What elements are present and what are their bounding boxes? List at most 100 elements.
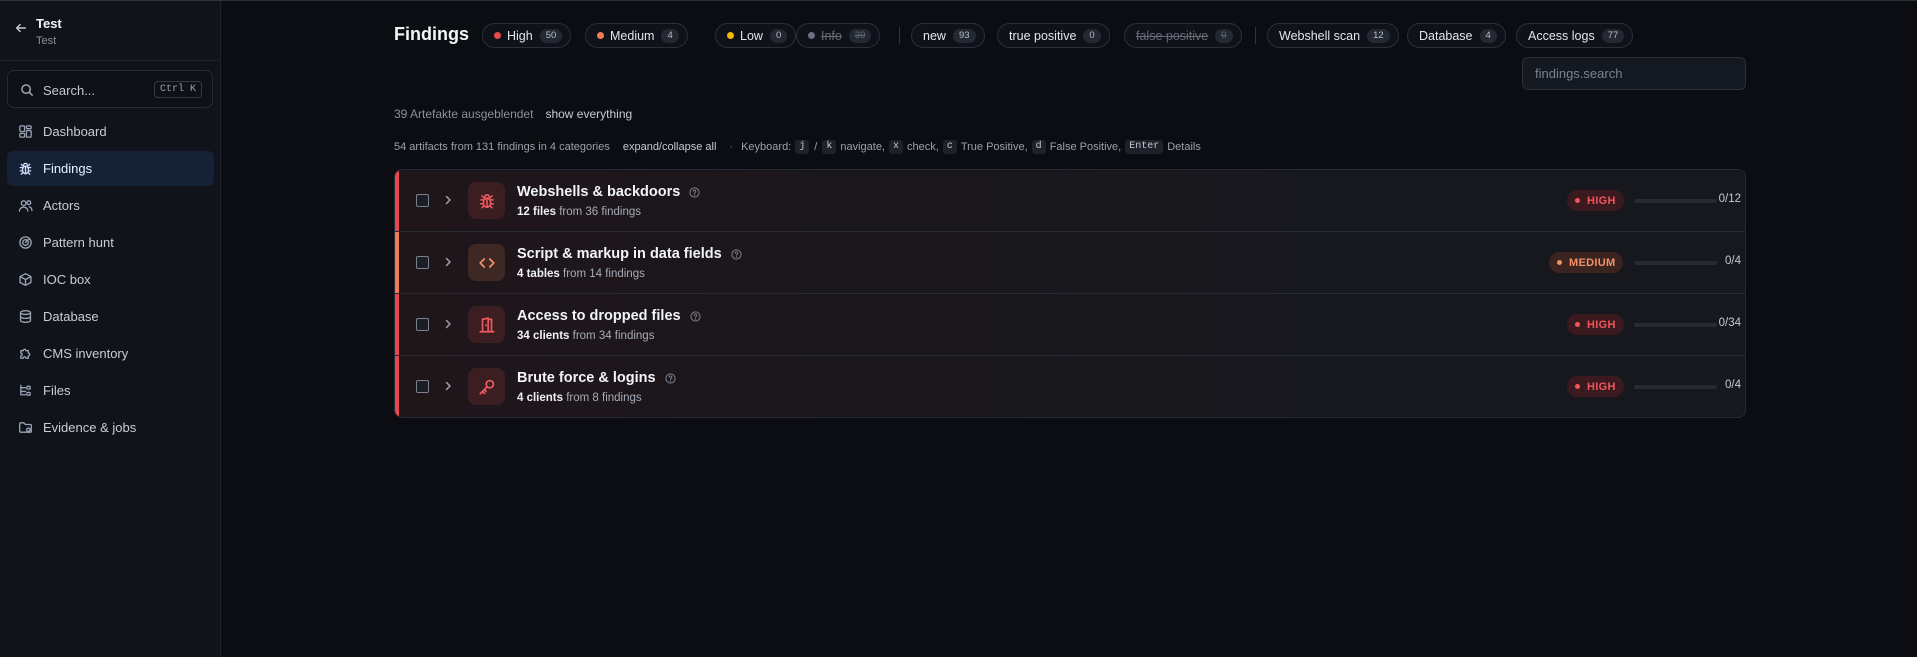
review-progress-bar [1634, 323, 1717, 327]
sidebar-item-label: Database [43, 309, 99, 324]
window-top-border [0, 0, 1917, 1]
chevron-right-icon[interactable] [442, 194, 454, 206]
filter-pill-medium[interactable]: Medium 4 [585, 23, 688, 48]
summary-separator: · [729, 141, 734, 153]
filter-pill-access-logs[interactable]: Access logs 77 [1516, 23, 1634, 48]
filter-divider [899, 27, 900, 44]
severity-label: HIGH [1587, 380, 1616, 393]
sidebar-item-files[interactable]: Files [7, 373, 214, 408]
kbd-false-positive-text: False Positive, [1049, 141, 1122, 153]
filter-label: High [507, 28, 533, 43]
show-all-link[interactable]: show everything [545, 107, 632, 121]
hidden-artifacts-notice: 39 Artefakte ausgeblendet show everythin… [394, 107, 632, 121]
category-icon-box [468, 182, 505, 219]
sidebar-item-pattern-hunt[interactable]: Pattern hunt [7, 225, 214, 260]
kbd-j: j [795, 140, 810, 154]
review-ratio: 0/12 [1718, 193, 1741, 205]
project-header: Test Test [0, 1, 220, 61]
review-ratio: 0/34 [1718, 317, 1741, 329]
filter-pill-info[interactable]: Info 39 [796, 23, 881, 48]
filter-count: 0 [769, 28, 788, 43]
category-row[interactable]: Webshells & backdoors 12 files from 36 fi… [395, 170, 1745, 232]
severity-dot [1557, 260, 1562, 265]
filter-pill-new[interactable]: new 93 [911, 23, 985, 48]
severity-label: MEDIUM [1569, 256, 1616, 269]
filter-pill-true-positive[interactable]: true positive 0 [997, 23, 1110, 48]
project-title: Test [36, 16, 62, 31]
hidden-count-text: 39 Artefakte ausgeblendet [394, 107, 534, 121]
category-checkbox[interactable] [416, 318, 429, 331]
category-row[interactable]: Access to dropped files 34 clients from 3… [395, 294, 1745, 356]
sidebar-item-findings[interactable]: Findings [7, 151, 214, 186]
search-shortcut: Ctrl K [153, 81, 202, 98]
back-arrow-icon[interactable] [14, 21, 28, 35]
category-subtitle: 34 clients from 34 findings [517, 330, 654, 342]
filter-count: 12 [1367, 28, 1390, 43]
category-row[interactable]: Script & markup in data fields 4 tables f… [395, 232, 1745, 294]
help-icon[interactable] [731, 248, 742, 260]
category-count: 34 clients [517, 330, 570, 342]
category-icon-box [468, 306, 505, 343]
findings-category-list: Webshells & backdoors 12 files from 36 fi… [394, 169, 1746, 418]
help-icon[interactable] [689, 186, 700, 198]
category-checkbox[interactable] [416, 194, 429, 207]
filter-label: Webshell scan [1279, 28, 1361, 43]
filter-count: 39 [848, 28, 872, 43]
global-search[interactable]: Search... Ctrl K [7, 70, 213, 108]
category-title: Script & markup in data fields [517, 246, 722, 262]
filter-pill-low[interactable]: Low 0 [715, 23, 797, 48]
findings-search-input[interactable] [1522, 57, 1746, 90]
sidebar-item-ioc-box[interactable]: IOC box [7, 262, 214, 297]
filter-label: Database [1419, 28, 1473, 43]
severity-badge: HIGH [1567, 314, 1624, 335]
severity-dot [727, 32, 734, 39]
severity-badge: HIGH [1567, 376, 1624, 397]
sidebar-item-label: Dashboard [43, 124, 107, 139]
filter-label: new [923, 28, 946, 43]
filter-label: false positive [1136, 28, 1209, 43]
chevron-right-icon[interactable] [442, 318, 454, 330]
search-icon [20, 83, 34, 97]
sidebar-item-cms-inventory[interactable]: CMS inventory [7, 336, 214, 371]
kbd-true-positive-text: True Positive, [960, 141, 1028, 153]
help-icon[interactable] [664, 372, 676, 384]
category-title-wrap: Script & markup in data fields [517, 246, 742, 262]
category-title-wrap: Access to dropped files [517, 308, 701, 324]
severity-accent-bar [395, 294, 399, 355]
sidebar-item-actors[interactable]: Actors [7, 188, 214, 223]
filter-pill-database[interactable]: Database 4 [1407, 23, 1506, 48]
box-icon [18, 272, 33, 287]
sidebar-item-label: IOC box [43, 272, 91, 287]
category-title: Access to dropped files [517, 308, 681, 324]
filter-label: true positive [1009, 28, 1077, 43]
sidebar-item-database[interactable]: Database [7, 299, 214, 334]
sidebar-item-label: Findings [43, 161, 93, 176]
expand-collapse-all-link[interactable]: expand/collapse all [623, 141, 717, 153]
filter-count: 4 [1479, 28, 1497, 43]
severity-label: HIGH [1587, 194, 1616, 207]
filter-divider [1255, 27, 1256, 44]
severity-dot [1575, 322, 1580, 327]
page-title: Findings [394, 24, 469, 44]
help-icon[interactable] [689, 310, 701, 322]
severity-dot [1575, 384, 1580, 389]
filter-pill-high[interactable]: High 50 [482, 23, 572, 48]
folder-icon [18, 420, 33, 435]
category-findings: from 8 findings [566, 392, 642, 404]
filter-label: Info [821, 28, 842, 43]
chevron-right-icon[interactable] [442, 256, 454, 268]
category-checkbox[interactable] [416, 256, 429, 269]
filter-pill-false-positive[interactable]: false positive 0 [1124, 23, 1242, 48]
chevron-right-icon[interactable] [442, 380, 454, 392]
category-icon-box [468, 368, 505, 405]
kbd-navigate-text: navigate, [840, 141, 885, 153]
sidebar-item-dashboard[interactable]: Dashboard [7, 114, 214, 149]
category-count: 4 tables [517, 268, 560, 280]
category-row[interactable]: Brute force & logins 4 clients from 8 fin… [395, 356, 1745, 417]
sidebar-item-evidence-and-jobs[interactable]: Evidence & jobs [7, 410, 214, 445]
filter-pill-webshell-scan[interactable]: Webshell scan 12 [1267, 23, 1399, 48]
category-checkbox[interactable] [416, 380, 429, 393]
review-progress-bar [1634, 261, 1717, 265]
severity-accent-bar [395, 232, 399, 293]
category-subtitle: 12 files from 36 findings [517, 206, 641, 218]
